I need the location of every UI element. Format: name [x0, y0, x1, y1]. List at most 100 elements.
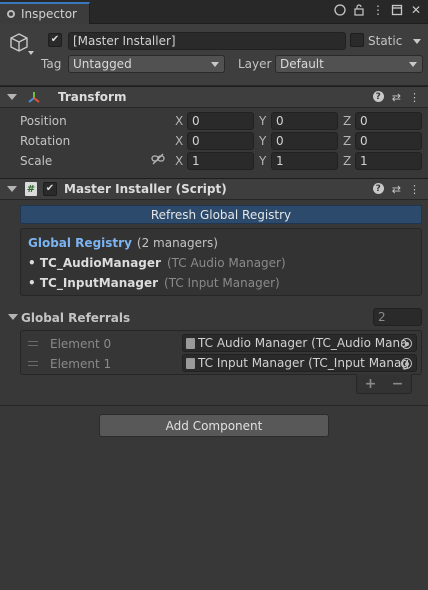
- registry-item-name: • TC_AudioManager: [28, 256, 161, 270]
- list-footer: + −: [356, 374, 412, 394]
- menu-dots-icon[interactable]: ⋮: [372, 3, 384, 17]
- gameobject-name-input[interactable]: [Master Installer]: [68, 32, 346, 50]
- gameobject-header: ✔ [Master Installer] Static Tag Untagged…: [0, 24, 428, 86]
- registry-item-name: • TC_InputManager: [28, 276, 159, 290]
- script-asset-icon: [186, 337, 195, 349]
- drag-handle-icon[interactable]: [28, 341, 38, 346]
- refresh-registry-button[interactable]: Refresh Global Registry: [20, 205, 422, 224]
- chevron-down-icon: [409, 62, 417, 67]
- chevron-down-icon: [211, 62, 219, 67]
- drag-handle-icon[interactable]: [28, 361, 38, 366]
- object-field[interactable]: TC Audio Manager (TC_Audio Mana: [182, 334, 417, 352]
- global-registry-box: Global Registry (2 managers) • TC_AudioM…: [20, 228, 422, 296]
- script-asset-icon: [186, 357, 195, 369]
- registry-item-type: (TC Input Manager): [164, 276, 280, 290]
- add-element-button[interactable]: +: [365, 376, 377, 392]
- context-menu-icon[interactable]: ⋮: [409, 183, 420, 196]
- tag-dropdown[interactable]: Untagged: [68, 55, 225, 73]
- transform-header[interactable]: Transform ? ⇄ ⋮: [0, 86, 428, 108]
- script-title: Master Installer (Script): [64, 182, 227, 196]
- foldout-arrow-icon[interactable]: [7, 94, 17, 100]
- axis-z-label: Z: [343, 114, 352, 128]
- transform-body: Position X 0 Y 0 Z 0 Rotation X 0 Y 0 Z …: [0, 109, 428, 179]
- registry-item-type: (TC Audio Manager): [166, 256, 286, 270]
- axis-y-label: Y: [259, 154, 267, 168]
- static-label: Static: [368, 34, 403, 48]
- layer-label: Layer: [238, 57, 272, 71]
- transform-header-icons: ? ⇄ ⋮: [372, 91, 420, 104]
- position-y-input[interactable]: 0: [271, 112, 338, 130]
- tab-inspector[interactable]: Inspector: [0, 2, 90, 24]
- rotation-z-input[interactable]: 0: [355, 132, 422, 150]
- active-checkbox[interactable]: ✔: [48, 33, 62, 47]
- inspector-icon: [7, 10, 15, 18]
- foldout-arrow-icon[interactable]: [7, 186, 17, 192]
- list-item: • TC_InputManager (TC Input Manager): [28, 276, 280, 290]
- position-z-input[interactable]: 0: [355, 112, 422, 130]
- layer-value: Default: [280, 57, 324, 71]
- foldout-arrow-icon[interactable]: [8, 314, 18, 320]
- scale-y-value: 1: [276, 154, 284, 168]
- layer-dropdown[interactable]: Default: [275, 55, 423, 73]
- registry-title: Global Registry: [28, 236, 132, 250]
- position-y-value: 0: [276, 114, 284, 128]
- remove-element-button[interactable]: −: [392, 376, 404, 392]
- registry-header: Global Registry (2 managers): [28, 236, 218, 250]
- script-enabled-checkbox[interactable]: ✔: [43, 182, 57, 196]
- global-referrals-header[interactable]: Global Referrals 2: [0, 307, 428, 327]
- referrals-list: Element 0 TC Audio Manager (TC_Audio Man…: [20, 330, 422, 375]
- static-dropdown-arrow[interactable]: [413, 39, 421, 44]
- window-controls: ⋮ ✕: [334, 3, 422, 17]
- axis-x-label: X: [175, 154, 184, 168]
- presets-icon[interactable]: ⇄: [392, 183, 401, 196]
- axis-y-label: Y: [259, 114, 267, 128]
- rotation-y-input[interactable]: 0: [271, 132, 338, 150]
- object-field-value: TC Input Manager (TC_Input Manag: [198, 356, 409, 370]
- add-component-button[interactable]: Add Component: [99, 414, 329, 437]
- context-menu-icon[interactable]: ⋮: [409, 91, 420, 104]
- rotation-x-value: 0: [192, 134, 200, 148]
- more-icon[interactable]: [334, 4, 346, 16]
- tag-label: Tag: [41, 57, 62, 71]
- list-item: Element 0 TC Audio Manager (TC_Audio Man…: [21, 333, 421, 353]
- axis-z-label: Z: [343, 154, 352, 168]
- rotation-x-input[interactable]: 0: [187, 132, 254, 150]
- constrain-proportions-icon[interactable]: [151, 153, 165, 168]
- script-icon: #: [25, 182, 37, 196]
- scale-x-value: 1: [192, 154, 200, 168]
- scale-z-input[interactable]: 1: [355, 152, 422, 170]
- icon-dropdown-arrow[interactable]: [28, 51, 34, 55]
- referrals-size-value: 2: [378, 310, 386, 324]
- maximize-icon[interactable]: [391, 4, 403, 16]
- position-x-input[interactable]: 0: [187, 112, 254, 130]
- gameobject-icon[interactable]: [8, 32, 30, 57]
- gameobject-name: [Master Installer]: [73, 34, 176, 48]
- rotation-z-value: 0: [360, 134, 368, 148]
- presets-icon[interactable]: ⇄: [392, 91, 401, 104]
- rotation-label: Rotation: [20, 134, 71, 148]
- object-picker-icon[interactable]: [401, 338, 412, 349]
- axis-x-label: X: [175, 134, 184, 148]
- refresh-registry-label: Refresh Global Registry: [150, 207, 292, 222]
- object-field[interactable]: TC Input Manager (TC_Input Manag: [182, 354, 417, 372]
- transform-icon: [27, 90, 41, 104]
- static-checkbox[interactable]: [350, 33, 364, 47]
- referrals-size-input[interactable]: 2: [373, 308, 422, 326]
- help-icon[interactable]: ?: [372, 91, 384, 102]
- tag-value: Untagged: [73, 57, 132, 71]
- lock-icon[interactable]: [353, 4, 365, 16]
- scale-y-input[interactable]: 1: [271, 152, 338, 170]
- transform-title: Transform: [58, 90, 127, 104]
- position-label: Position: [20, 114, 67, 128]
- object-field-value: TC Audio Manager (TC_Audio Mana: [198, 336, 408, 350]
- scale-label: Scale: [20, 154, 53, 168]
- help-icon[interactable]: ?: [372, 183, 384, 194]
- script-component-header[interactable]: # ✔ Master Installer (Script) ? ⇄ ⋮: [0, 178, 428, 200]
- add-component-label: Add Component: [165, 418, 263, 433]
- registry-count: (2 managers): [136, 236, 218, 250]
- tab-title: Inspector: [21, 7, 77, 21]
- close-icon[interactable]: ✕: [410, 3, 422, 17]
- object-picker-icon[interactable]: [401, 358, 412, 369]
- scale-x-input[interactable]: 1: [187, 152, 254, 170]
- element-label: Element 0: [50, 337, 112, 351]
